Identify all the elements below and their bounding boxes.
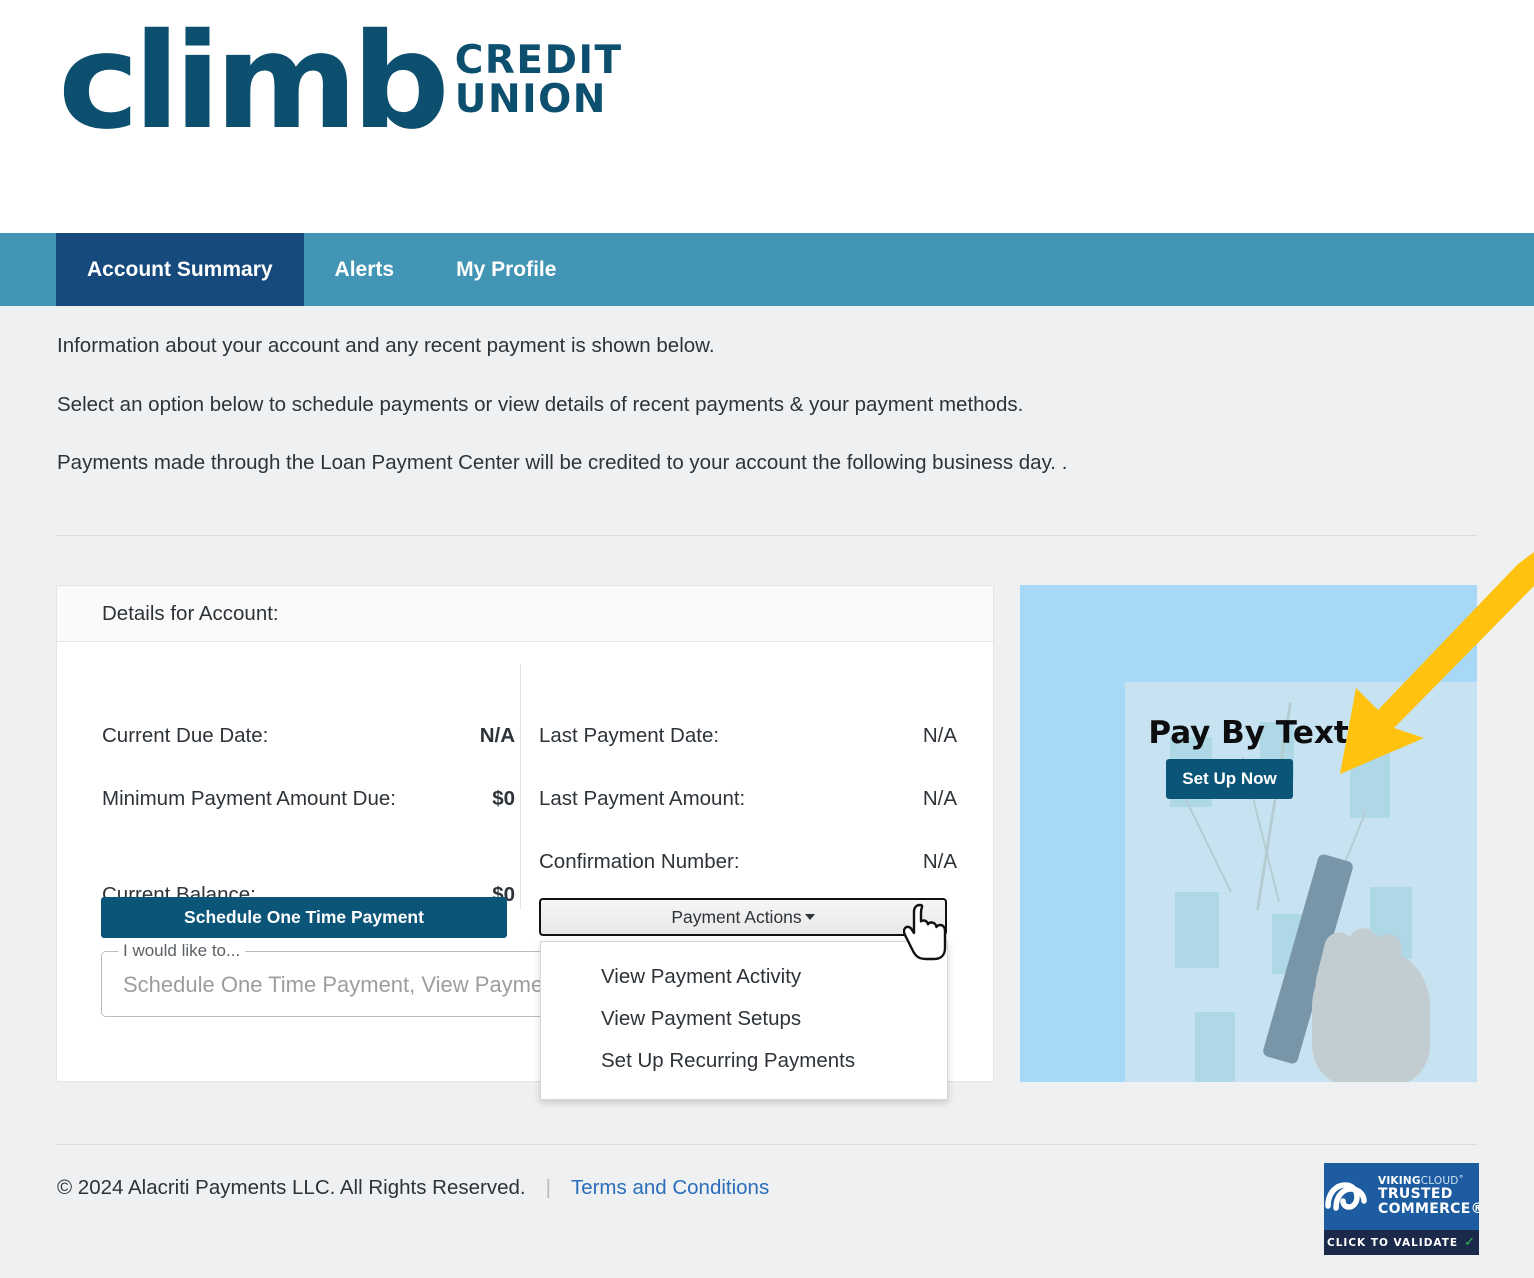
payment-actions-label: Payment Actions: [671, 906, 802, 927]
site-header: climb CREDIT UNION: [0, 0, 1534, 233]
row-minimum-payment-amount-due: Minimum Payment Amount Due: $0: [102, 783, 515, 815]
set-up-now-button[interactable]: Set Up Now: [1166, 759, 1293, 799]
copyright-text: © 2024 Alacriti Payments LLC. All Rights…: [57, 1176, 526, 1199]
card-title: Details for Account:: [57, 586, 993, 642]
badge-validate-text: CLICK TO VALIDATE: [1327, 1236, 1459, 1249]
row-current-due-date: Current Due Date: N/A: [102, 720, 515, 752]
payment-actions-button[interactable]: Payment Actions: [539, 898, 947, 936]
label-current-due-date: Current Due Date:: [102, 724, 269, 747]
content-divider: [56, 535, 1477, 536]
intro-paragraph-3: Payments made through the Loan Payment C…: [57, 451, 1068, 475]
label-last-payment-amount: Last Payment Amount:: [539, 787, 746, 810]
footer-separator: |: [545, 1176, 551, 1199]
i-would-like-to-field[interactable]: I would like to... Schedule One Time Pay…: [101, 941, 862, 1017]
badge-wordmark: VIKINGCLOUD˚ TRUSTED COMMERCE®: [1370, 1176, 1479, 1216]
schedule-one-time-payment-button[interactable]: Schedule One Time Payment: [101, 897, 507, 938]
tab-account-summary[interactable]: Account Summary: [56, 233, 304, 306]
row-last-payment-date: Last Payment Date: N/A: [539, 720, 957, 752]
main-navigation: Account Summary Alerts My Profile: [0, 233, 1534, 306]
footer-divider: [56, 1144, 1477, 1145]
badge-trusted-line: TRUSTED: [1378, 1186, 1453, 1203]
pointer-hand-cursor: [902, 903, 949, 966]
menu-item-view-payment-activity[interactable]: View Payment Activity: [541, 956, 947, 998]
label-confirmation-number: Confirmation Number:: [539, 850, 740, 873]
tab-my-profile[interactable]: My Profile: [425, 233, 587, 306]
page-root: climb CREDIT UNION Account Summary Alert…: [0, 0, 1534, 1278]
badge-top-section: VIKINGCLOUD˚ TRUSTED COMMERCE®: [1324, 1163, 1479, 1230]
climb-credit-union-logo: climb CREDIT UNION: [58, 5, 623, 159]
row-confirmation-number: Confirmation Number: N/A: [539, 846, 957, 878]
value-minimum-payment-amount-due: $0: [492, 787, 515, 810]
logo-credit-line: CREDIT: [454, 37, 623, 83]
terms-and-conditions-link[interactable]: Terms and Conditions: [571, 1176, 769, 1200]
nav-left-spacer: [0, 233, 56, 306]
label-minimum-payment-amount-due: Minimum Payment Amount Due:: [102, 787, 396, 810]
vikingcloud-trusted-commerce-badge[interactable]: VIKINGCLOUD˚ TRUSTED COMMERCE® CLICK TO …: [1324, 1163, 1479, 1255]
value-last-payment-amount: N/A: [922, 787, 957, 810]
intro-paragraph-1: Information about your account and any r…: [57, 334, 715, 357]
i-would-like-to-legend: I would like to...: [118, 941, 246, 961]
menu-item-view-payment-setups[interactable]: View Payment Setups: [541, 998, 947, 1040]
tab-alerts[interactable]: Alerts: [304, 233, 426, 306]
intro-paragraph-2: Select an option below to schedule payme…: [57, 392, 1024, 416]
value-last-payment-date: N/A: [922, 724, 957, 747]
vikingcloud-swirl-icon: [1324, 1180, 1370, 1214]
yellow-annotation-arrow: [1340, 552, 1534, 774]
badge-commerce-line: COMMERCE®: [1378, 1201, 1479, 1217]
payment-actions-dropdown-menu: View Payment Activity View Payment Setup…: [540, 941, 948, 1100]
value-confirmation-number: N/A: [922, 850, 957, 873]
chevron-down-icon: [804, 914, 815, 920]
logo-wordmark: climb: [58, 5, 450, 159]
value-current-due-date: N/A: [479, 724, 515, 747]
checkmark-icon: ✓: [1464, 1235, 1476, 1250]
footer: © 2024 Alacriti Payments LLC. All Rights…: [57, 1176, 769, 1200]
badge-validate-bar[interactable]: CLICK TO VALIDATE ✓: [1324, 1230, 1479, 1255]
row-last-payment-amount: Last Payment Amount: N/A: [539, 783, 957, 815]
logo-subtext: CREDIT UNION: [454, 37, 623, 137]
intro-text-block: Information about your account and any r…: [57, 333, 1257, 509]
logo-union-line: UNION: [454, 77, 607, 123]
menu-item-set-up-recurring-payments[interactable]: Set Up Recurring Payments: [541, 1040, 947, 1082]
label-last-payment-date: Last Payment Date:: [539, 724, 720, 747]
column-divider: [520, 664, 521, 909]
